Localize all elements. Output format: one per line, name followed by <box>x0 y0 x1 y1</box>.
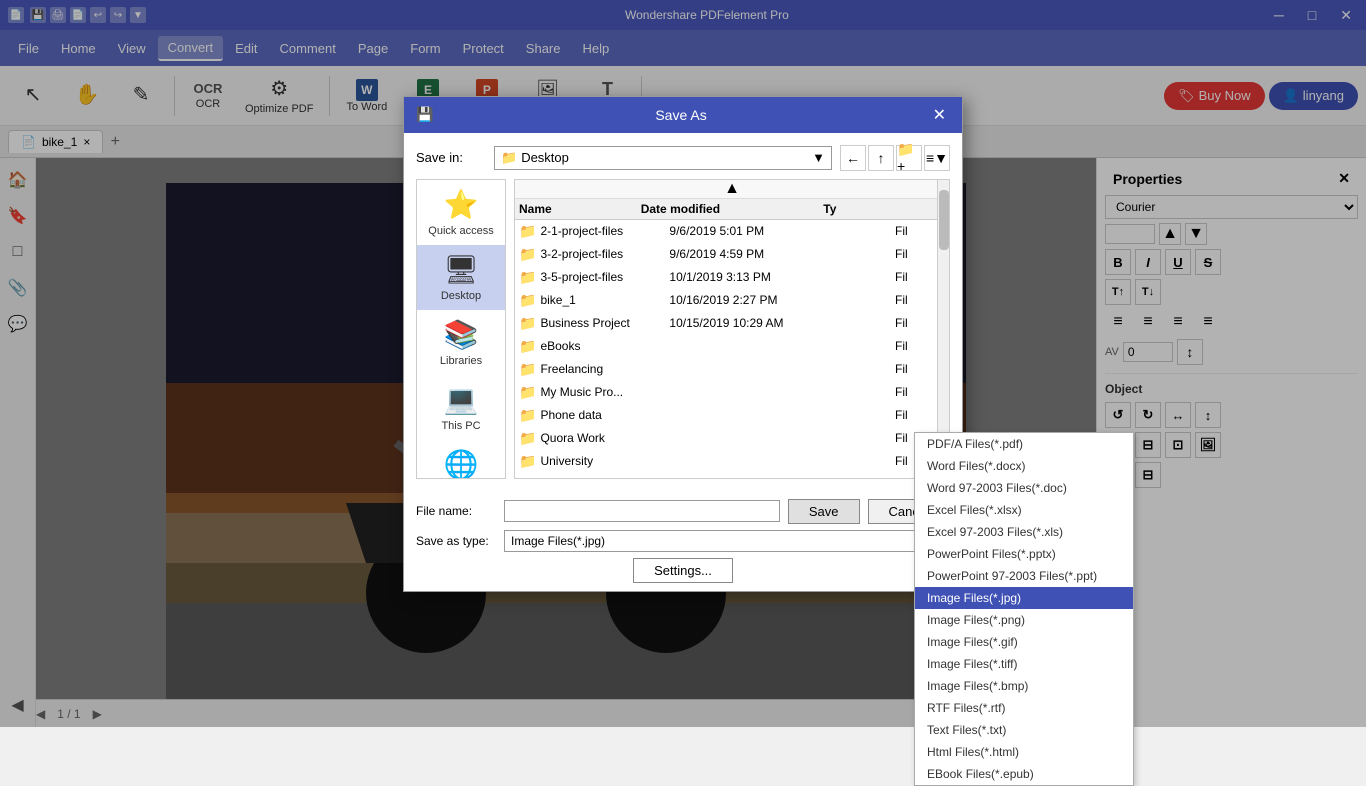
file-list-area: ▲ Name Date modified Ty 📁2-1-project-fil… <box>514 179 950 479</box>
file-row-10[interactable]: 📁University Fil <box>515 450 949 473</box>
nav-up-btn[interactable]: ↑ <box>868 145 894 171</box>
settings-btn[interactable]: Settings... <box>633 558 733 583</box>
folder-icon-3: 📁 <box>519 292 536 309</box>
dropdown-item-14[interactable]: Html Files(*.html) <box>915 741 1133 763</box>
nav-desktop[interactable]: 🖥 Desktop <box>417 245 505 310</box>
nav-network[interactable]: 🌐 Network <box>417 440 505 479</box>
dialog-overlay: 💾 Save As ✕ Save in: 📁 Desktop ▼ ← ↑ 📁+ … <box>0 0 1366 727</box>
nav-back-btn[interactable]: ← <box>840 145 866 171</box>
nav-quick-access[interactable]: ⭐ Quick access <box>417 180 505 245</box>
file-row-4[interactable]: 📁Business Project 10/15/2019 10:29 AM Fi… <box>515 312 949 335</box>
file-name-label: File name: <box>416 504 496 518</box>
nav-panel: ⭐ Quick access 🖥 Desktop 📚 Libraries 💻 T… <box>416 179 506 479</box>
file-row-7[interactable]: 📁My Music Pro... Fil <box>515 381 949 404</box>
dropdown-item-5[interactable]: PowerPoint Files(*.pptx) <box>915 543 1133 565</box>
quick-access-label: Quick access <box>428 225 493 237</box>
nav-libraries[interactable]: 📚 Libraries <box>417 310 505 375</box>
file-row-9[interactable]: 📁Quora Work Fil <box>515 427 949 450</box>
libraries-label: Libraries <box>440 355 482 367</box>
save-in-label: Save in: <box>416 150 486 165</box>
nav-view-btn[interactable]: ≡▼ <box>924 145 950 171</box>
file-row-0[interactable]: 📁2-1-project-files 9/6/2019 5:01 PM Fil <box>515 220 949 243</box>
file-row-11[interactable]: 📁unorganized Fil <box>515 473 949 478</box>
dropdown-item-10[interactable]: Image Files(*.tiff) <box>915 653 1133 675</box>
file-list-scroll[interactable]: 📁2-1-project-files 9/6/2019 5:01 PM Fil … <box>515 220 949 478</box>
folder-icon-8: 📁 <box>519 407 536 424</box>
dropdown-item-4[interactable]: Excel 97-2003 Files(*.xls) <box>915 521 1133 543</box>
col-name: Name <box>519 202 641 216</box>
file-row-2[interactable]: 📁3-5-project-files 10/1/2019 3:13 PM Fil <box>515 266 949 289</box>
col-date: Date modified <box>641 202 824 216</box>
dropdown-item-15[interactable]: EBook Files(*.epub) <box>915 763 1133 785</box>
dropdown-item-6[interactable]: PowerPoint 97-2003 Files(*.ppt) <box>915 565 1133 587</box>
save-in-row: Save in: 📁 Desktop ▼ ← ↑ 📁+ ≡▼ <box>416 145 950 171</box>
folder-icon-2: 📁 <box>519 269 536 286</box>
dropdown-item-13[interactable]: Text Files(*.txt) <box>915 719 1133 741</box>
save-as-type-label: Save as type: <box>416 534 496 548</box>
save-in-dropdown-icon: ▼ <box>812 150 825 165</box>
save-as-dialog: 💾 Save As ✕ Save in: 📁 Desktop ▼ ← ↑ 📁+ … <box>403 96 963 592</box>
dropdown-item-12[interactable]: RTF Files(*.rtf) <box>915 697 1133 719</box>
desktop-label: Desktop <box>441 290 481 302</box>
folder-icon-6: 📁 <box>519 361 536 378</box>
save-in-folder-icon: 📁 <box>501 150 517 166</box>
file-row-1[interactable]: 📁3-2-project-files 9/6/2019 4:59 PM Fil <box>515 243 949 266</box>
file-row-5[interactable]: 📁eBooks Fil <box>515 335 949 358</box>
dropdown-item-1[interactable]: Word Files(*.docx) <box>915 455 1133 477</box>
folder-icon-7: 📁 <box>519 384 536 401</box>
folder-icon-10: 📁 <box>519 453 536 470</box>
dropdown-item-3[interactable]: Excel Files(*.xlsx) <box>915 499 1133 521</box>
file-browser: ⭐ Quick access 🖥 Desktop 📚 Libraries 💻 T… <box>416 179 950 479</box>
dialog-body: Save in: 📁 Desktop ▼ ← ↑ 📁+ ≡▼ <box>404 133 962 491</box>
dialog-title: Save As <box>655 107 706 123</box>
folder-icon-0: 📁 <box>519 223 536 240</box>
quick-access-icon: ⭐ <box>444 188 479 221</box>
file-row-8[interactable]: 📁Phone data Fil <box>515 404 949 427</box>
dialog-close-btn[interactable]: ✕ <box>929 105 950 125</box>
dialog-save-icon: 💾 <box>416 106 433 123</box>
dialog-bottom: File name: Save Cancel Save as type: Ima… <box>404 491 962 591</box>
folder-icon-1: 📁 <box>519 246 536 263</box>
desktop-icon: 🖥 <box>443 253 479 286</box>
network-icon: 🌐 <box>444 448 479 479</box>
save-as-type-row: Save as type: Image Files(*.jpg) ▼ <box>416 530 950 552</box>
dropdown-item-11[interactable]: Image Files(*.bmp) <box>915 675 1133 697</box>
dropdown-item-7[interactable]: Image Files(*.jpg) <box>915 587 1133 609</box>
file-row-3[interactable]: 📁bike_1 10/16/2019 2:27 PM Fil <box>515 289 949 312</box>
file-row-6[interactable]: 📁Freelancing Fil <box>515 358 949 381</box>
dropdown-item-0[interactable]: PDF/A Files(*.pdf) <box>915 433 1133 455</box>
nav-this-pc[interactable]: 💻 This PC <box>417 375 505 440</box>
file-list-header: Name Date modified Ty <box>515 199 949 220</box>
save-btn[interactable]: Save <box>788 499 860 524</box>
save-type-dropdown: PDF/A Files(*.pdf) Word Files(*.docx) Wo… <box>914 432 1134 786</box>
nav-buttons: ← ↑ 📁+ ≡▼ <box>840 145 950 171</box>
folder-icon-9: 📁 <box>519 430 536 447</box>
this-pc-label: This PC <box>441 420 480 432</box>
dropdown-item-2[interactable]: Word 97-2003 Files(*.doc) <box>915 477 1133 499</box>
save-as-type-select[interactable]: Image Files(*.jpg) ▼ <box>504 530 950 552</box>
save-in-select[interactable]: 📁 Desktop ▼ <box>494 146 832 170</box>
dropdown-item-9[interactable]: Image Files(*.gif) <box>915 631 1133 653</box>
scroll-up-btn[interactable]: ▲ <box>515 180 949 199</box>
col-type: Ty <box>823 202 945 216</box>
this-pc-icon: 💻 <box>444 383 479 416</box>
file-name-input[interactable] <box>504 500 780 522</box>
folder-icon-11: 📁 <box>519 476 536 478</box>
dropdown-item-8[interactable]: Image Files(*.png) <box>915 609 1133 631</box>
scrollbar-thumb <box>939 190 949 250</box>
libraries-icon: 📚 <box>444 318 479 351</box>
file-name-row: File name: Save Cancel <box>416 499 950 524</box>
save-in-value: Desktop <box>521 150 569 165</box>
folder-icon-4: 📁 <box>519 315 536 332</box>
save-as-type-value: Image Files(*.jpg) <box>505 531 931 551</box>
nav-new-folder-btn[interactable]: 📁+ <box>896 145 922 171</box>
dialog-title-bar: 💾 Save As ✕ <box>404 97 962 133</box>
folder-icon-5: 📁 <box>519 338 536 355</box>
